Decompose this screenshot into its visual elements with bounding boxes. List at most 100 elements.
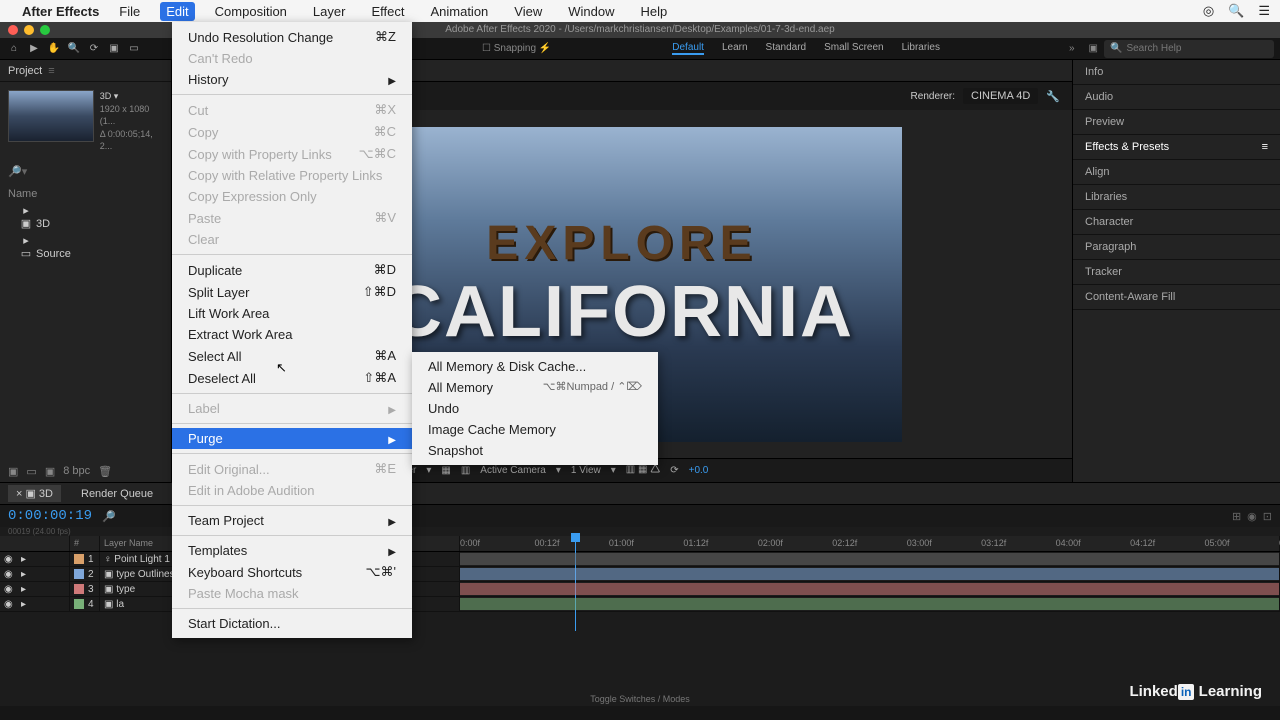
panel-info[interactable]: Info bbox=[1073, 60, 1280, 85]
workspace-tab-libraries[interactable]: Libraries bbox=[902, 42, 940, 55]
views-dropdown[interactable]: 1 View bbox=[571, 465, 601, 476]
comp-icon[interactable]: ▣ bbox=[45, 465, 55, 478]
edit-menu-dropdown: Undo Resolution Change⌘ZCan't RedoHistor… bbox=[172, 22, 412, 638]
snapping-toggle[interactable]: ☐ Snapping ⚡ bbox=[482, 43, 551, 54]
edit-menu-item[interactable]: Extract Work Area bbox=[172, 324, 412, 345]
current-timecode[interactable]: 0:00:00:19 bbox=[8, 508, 92, 524]
exposure-value[interactable]: +0.0 bbox=[689, 465, 709, 476]
shape-tool-icon[interactable]: ▭ bbox=[126, 41, 142, 57]
home-icon[interactable]: ⌂ bbox=[6, 41, 22, 57]
panel-paragraph[interactable]: Paragraph bbox=[1073, 235, 1280, 260]
minimize-icon[interactable] bbox=[24, 25, 34, 35]
comp-thumbnail[interactable] bbox=[8, 90, 94, 142]
toggle-switches-button[interactable]: Toggle Switches / Modes bbox=[590, 694, 690, 704]
window-controls[interactable] bbox=[8, 25, 50, 35]
menu-view[interactable]: View bbox=[508, 2, 548, 21]
interpret-icon[interactable]: ▣ bbox=[8, 465, 18, 478]
panel-audio[interactable]: Audio bbox=[1073, 85, 1280, 110]
project-name-header[interactable]: Name bbox=[8, 186, 163, 202]
edit-menu-item[interactable]: Templates▶ bbox=[172, 540, 412, 561]
menu-file[interactable]: File bbox=[113, 2, 146, 21]
tool-icons[interactable]: ⌂ ▶ ✋ 🔍 ⟳ ▣ ▭ bbox=[6, 41, 142, 57]
panel-preview[interactable]: Preview bbox=[1073, 110, 1280, 135]
purge-menu-item[interactable]: All Memory & Disk Cache... bbox=[412, 356, 658, 377]
refresh-icon[interactable]: ⟳ bbox=[670, 465, 678, 476]
menu-edit[interactable]: Edit bbox=[160, 2, 194, 21]
edit-menu-item: Copy⌘C bbox=[172, 121, 412, 143]
panel-tracker[interactable]: Tracker bbox=[1073, 260, 1280, 285]
hand-tool-icon[interactable]: ✋ bbox=[46, 41, 62, 57]
renderer-value[interactable]: CINEMA 4D bbox=[963, 88, 1038, 104]
trash-icon[interactable]: 🗑 bbox=[98, 465, 112, 478]
workspace-tab-small-screen[interactable]: Small Screen bbox=[824, 42, 883, 55]
rotate-tool-icon[interactable]: ⟳ bbox=[86, 41, 102, 57]
edit-menu-item[interactable]: Duplicate⌘D bbox=[172, 259, 412, 281]
edit-menu-item[interactable]: Lift Work Area bbox=[172, 303, 412, 324]
cc-icon[interactable]: ◎ bbox=[1203, 3, 1214, 19]
workspace-tab-standard[interactable]: Standard bbox=[766, 42, 807, 55]
tl-icon[interactable]: ⊡ bbox=[1263, 510, 1272, 523]
transparency-icon[interactable]: ▦ bbox=[441, 465, 450, 476]
menu-window[interactable]: Window bbox=[562, 2, 620, 21]
purge-menu-item[interactable]: Image Cache Memory bbox=[412, 419, 658, 440]
panel-effects-presets[interactable]: Effects & Presets ≡ bbox=[1073, 135, 1280, 160]
app-name[interactable]: After Effects bbox=[22, 4, 99, 19]
edit-menu-item[interactable]: Team Project▶ bbox=[172, 510, 412, 531]
selection-tool-icon[interactable]: ▶ bbox=[26, 41, 42, 57]
project-search-icon[interactable]: 🔎▾ bbox=[8, 166, 27, 178]
edit-menu-item[interactable]: Select All⌘A bbox=[172, 345, 412, 367]
panel-character[interactable]: Character bbox=[1073, 210, 1280, 235]
folder-icon[interactable]: ▭ bbox=[26, 465, 36, 478]
ruler-tick: 00:12f bbox=[534, 538, 559, 548]
menu-animation[interactable]: Animation bbox=[424, 2, 494, 21]
renderer-label: Renderer: bbox=[911, 91, 955, 102]
close-icon[interactable] bbox=[8, 25, 18, 35]
panel-button-icon[interactable]: ▣ bbox=[1089, 43, 1098, 54]
workspace-overflow-icon[interactable]: » bbox=[1069, 43, 1075, 54]
timeline-tab[interactable]: Render Queue bbox=[73, 486, 161, 502]
edit-menu-item[interactable]: Undo Resolution Change⌘Z bbox=[172, 26, 412, 48]
project-item[interactable]: ▸ ▭Source bbox=[8, 232, 163, 262]
ruler-tick: 02:12f bbox=[832, 538, 857, 548]
purge-menu-item[interactable]: All Memory⌥⌘Numpad / ⌃⌦ bbox=[412, 377, 658, 398]
edit-menu-item[interactable]: Deselect All⇧⌘A bbox=[172, 367, 412, 389]
project-item[interactable]: ▸ ▣3D bbox=[8, 202, 163, 232]
right-panel-stack: InfoAudioPreviewEffects & Presets ≡Align… bbox=[1072, 60, 1280, 482]
edit-menu-item[interactable]: Split Layer⇧⌘D bbox=[172, 281, 412, 303]
edit-menu-item: Clear bbox=[172, 229, 412, 250]
camera-dropdown-icon[interactable]: ▥ bbox=[461, 465, 470, 476]
zoom-tool-icon[interactable]: 🔍 bbox=[66, 41, 82, 57]
ruler-tick: 01:00f bbox=[609, 538, 634, 548]
edit-menu-item[interactable]: History▶ bbox=[172, 69, 412, 90]
help-search[interactable]: 🔍 Search Help bbox=[1104, 40, 1274, 58]
workspace-tab-learn[interactable]: Learn bbox=[722, 42, 748, 55]
bpc-toggle[interactable]: 8 bpc bbox=[63, 465, 90, 478]
menu-help[interactable]: Help bbox=[634, 2, 673, 21]
search-icon[interactable]: 🔍 bbox=[1228, 3, 1244, 19]
ruler-tick: 03:12f bbox=[981, 538, 1006, 548]
comp-duration: Δ 0:00:05;14, 2... bbox=[100, 128, 163, 153]
maximize-icon[interactable] bbox=[40, 25, 50, 35]
timeline-tab[interactable]: × ▣ 3D bbox=[8, 485, 61, 502]
panel-content-aware-fill[interactable]: Content-Aware Fill bbox=[1073, 285, 1280, 310]
tl-search-icon[interactable]: 🔎 bbox=[102, 510, 116, 523]
menu-icon[interactable]: ☰ bbox=[1258, 3, 1270, 19]
workspace-tab-default[interactable]: Default bbox=[672, 42, 704, 55]
tl-icon[interactable]: ⊞ bbox=[1232, 510, 1241, 523]
mac-menubar: After Effects File Edit Composition Layer Ef… bbox=[0, 0, 1280, 22]
menu-effect[interactable]: Effect bbox=[365, 2, 410, 21]
edit-menu-item[interactable]: Keyboard Shortcuts⌥⌘' bbox=[172, 561, 412, 583]
panel-align[interactable]: Align bbox=[1073, 160, 1280, 185]
tl-icon[interactable]: ◉ bbox=[1247, 510, 1257, 523]
menu-layer[interactable]: Layer bbox=[307, 2, 352, 21]
edit-menu-item[interactable]: Purge▶ bbox=[172, 428, 412, 449]
purge-menu-item[interactable]: Undo bbox=[412, 398, 658, 419]
active-camera-dropdown[interactable]: Active Camera bbox=[480, 465, 546, 476]
panel-libraries[interactable]: Libraries bbox=[1073, 185, 1280, 210]
purge-menu-item[interactable]: Snapshot bbox=[412, 440, 658, 461]
text-explore: EXPLORE bbox=[486, 216, 757, 271]
wrench-icon[interactable]: 🔧 bbox=[1046, 90, 1060, 103]
menu-composition[interactable]: Composition bbox=[209, 2, 293, 21]
camera-tool-icon[interactable]: ▣ bbox=[106, 41, 122, 57]
edit-menu-item[interactable]: Start Dictation... bbox=[172, 613, 412, 634]
